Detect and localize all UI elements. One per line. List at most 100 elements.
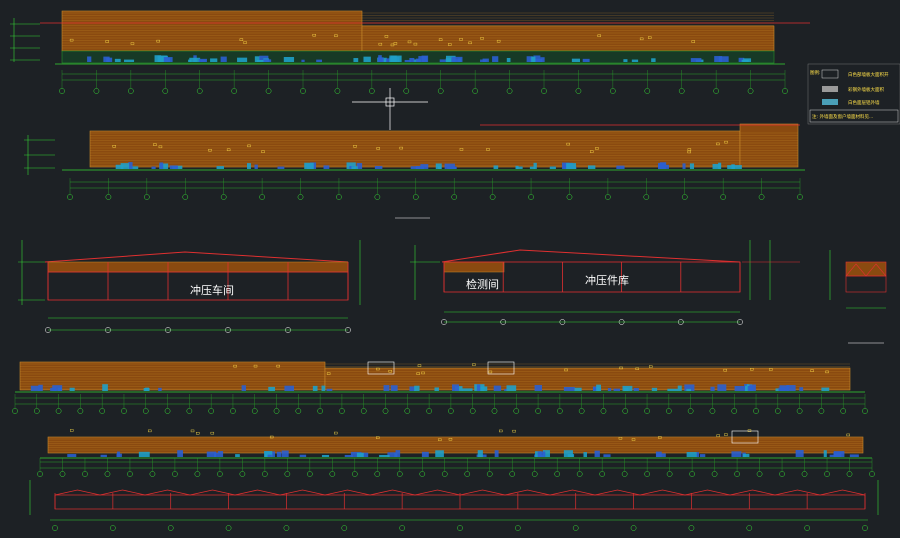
equipment-block: [631, 59, 639, 62]
equipment-block: [686, 388, 692, 391]
legend-item-2: 彩钢外墙板大面积: [848, 86, 884, 93]
equipment-block: [622, 385, 633, 391]
section-a-roof-band: [47, 261, 349, 273]
equipment-block: [220, 56, 227, 62]
equipment-block: [254, 164, 258, 169]
equipment-block: [714, 56, 723, 62]
equipment-block: [138, 451, 150, 457]
equipment-block: [594, 450, 600, 457]
equipment-block: [52, 385, 63, 391]
equipment-block: [283, 57, 295, 62]
legend-item-1: 白色部墙板大面积开: [848, 71, 889, 78]
equipment-block: [533, 162, 537, 169]
equipment-block: [390, 385, 398, 391]
equipment-block: [571, 58, 580, 62]
equipment-block: [582, 58, 590, 62]
equipment-block: [651, 387, 658, 391]
equipment-block: [163, 57, 173, 62]
equipment-block: [656, 453, 666, 457]
equipment-block: [775, 388, 779, 391]
cad-drawing-canvas: 图例: 白色部墙板大面积开 彩钢外墙板大面积 白色面层铝外墙 注: 外墙面及窗户…: [0, 0, 900, 538]
equipment-block: [421, 55, 429, 62]
equipment-block: [682, 163, 686, 169]
equipment-block: [67, 454, 77, 457]
equipment-block: [378, 55, 382, 62]
label-stamping-parts-store: 冲压件库: [585, 273, 629, 287]
equipment-block: [574, 387, 582, 391]
elevation-1-roof-long: [361, 25, 775, 52]
equipment-block: [563, 386, 575, 391]
equipment-block: [87, 56, 92, 62]
equipment-block: [712, 163, 721, 169]
equipment-block: [415, 166, 425, 169]
equipment-block: [616, 165, 625, 169]
equipment-block: [667, 388, 678, 391]
equipment-block: [276, 451, 282, 457]
equipment-block: [246, 163, 251, 169]
elevation-1-roof: [61, 10, 363, 52]
equipment-block: [235, 454, 240, 457]
equipment-block: [795, 450, 804, 457]
equipment-block: [214, 452, 219, 457]
elevation-2-roof: [89, 130, 741, 168]
equipment-block: [821, 387, 830, 391]
equipment-block: [316, 59, 322, 62]
legend-title: 图例:: [810, 69, 821, 76]
equipment-block: [749, 384, 756, 391]
equipment-block: [216, 166, 224, 169]
equipment-block: [69, 387, 75, 391]
equipment-block: [493, 385, 502, 391]
equipment-block: [158, 387, 162, 391]
equipment-block: [268, 386, 275, 391]
equipment-block: [117, 451, 121, 457]
equipment-block: [267, 454, 272, 457]
equipment-block: [623, 59, 628, 62]
equipment-block: [188, 59, 192, 62]
equipment-block: [241, 385, 246, 391]
equipment-block: [114, 58, 121, 62]
equipment-block: [480, 59, 487, 62]
equipment-block: [743, 58, 752, 62]
equipment-block: [237, 57, 248, 62]
equipment-block: [277, 166, 285, 169]
equipment-block: [389, 55, 397, 62]
equipment-block: [531, 56, 536, 62]
legend-swatch-3-icon: [822, 99, 838, 105]
equipment-block: [587, 165, 596, 169]
elevation-4-roof: [47, 436, 864, 454]
equipment-block: [435, 163, 442, 169]
equipment-block: [304, 162, 314, 169]
equipment-block: [198, 58, 207, 62]
equipment-block: [633, 388, 639, 391]
equipment-block: [686, 452, 697, 457]
equipment-block: [100, 454, 107, 457]
equipment-block: [534, 385, 543, 391]
equipment-block: [344, 454, 354, 457]
equipment-block: [494, 450, 499, 457]
equipment-block: [476, 384, 481, 391]
equipment-block: [779, 385, 789, 391]
equipment-block: [799, 387, 804, 391]
elevation-3-roof: [19, 361, 326, 391]
equipment-block: [506, 57, 511, 62]
equipment-block: [447, 166, 457, 169]
equipment-block: [833, 451, 845, 457]
equipment-block: [281, 450, 289, 457]
equipment-block: [299, 454, 307, 457]
equipment-block: [651, 58, 656, 62]
equipment-block: [38, 384, 43, 391]
equipment-block: [506, 385, 517, 391]
equipment-block: [210, 58, 218, 62]
equipment-block: [363, 56, 371, 62]
equipment-block: [849, 454, 859, 457]
section-b-roof-band: [443, 261, 505, 273]
equipment-block: [451, 56, 463, 62]
equipment-block: [321, 454, 330, 457]
equipment-block: [537, 451, 546, 457]
equipment-block: [353, 58, 359, 62]
equipment-block: [409, 57, 415, 62]
equipment-block: [492, 56, 499, 62]
equipment-block: [383, 385, 390, 391]
equipment-block: [596, 384, 602, 391]
equipment-block: [731, 165, 742, 169]
